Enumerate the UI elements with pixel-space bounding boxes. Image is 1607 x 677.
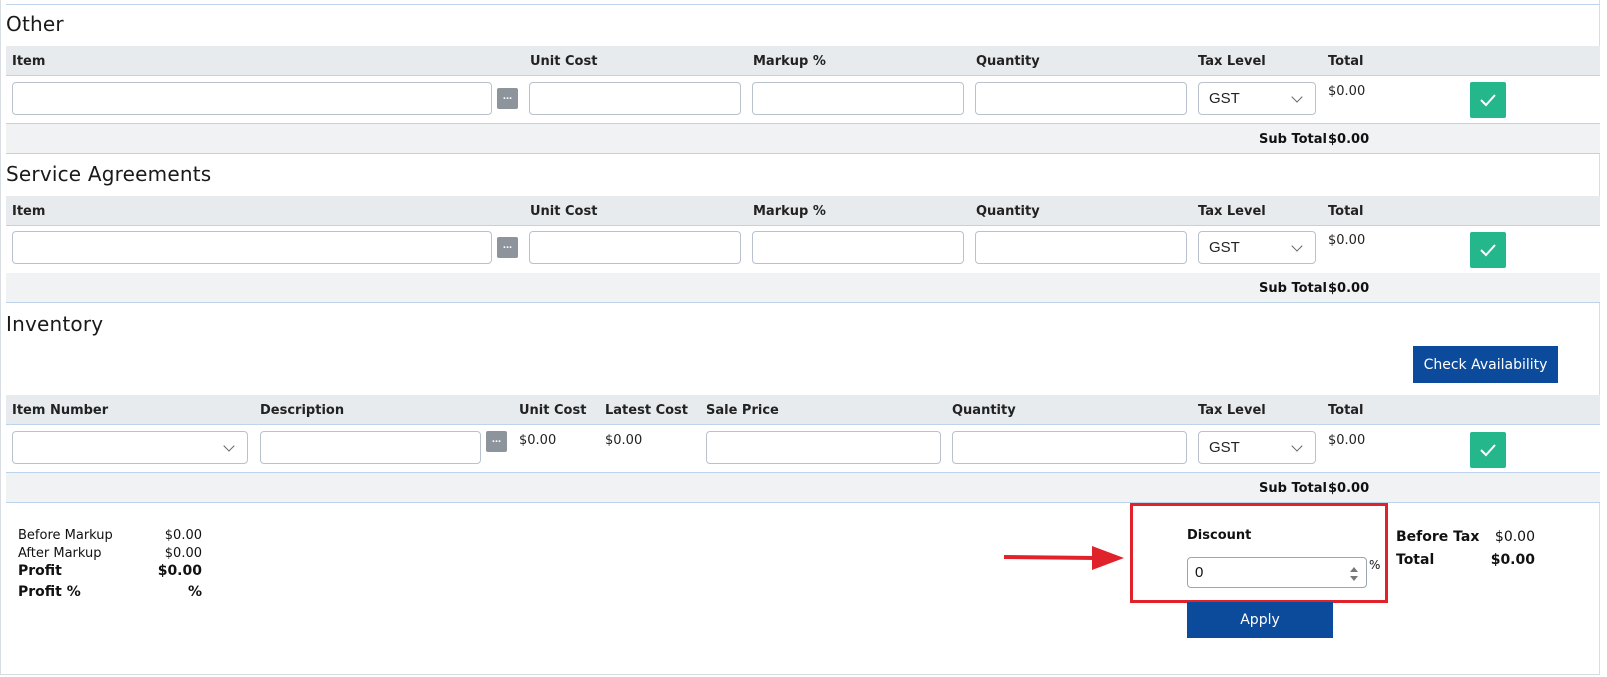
service-subtotal-value: $0.00 [1328, 281, 1370, 296]
col-unit-cost: Unit Cost [519, 403, 587, 418]
discount-input[interactable]: 0 [1187, 557, 1367, 588]
inventory-subtotal-label: Sub Total [1259, 481, 1327, 496]
top-divider [6, 4, 1600, 5]
col-unit-cost: Unit Cost [530, 204, 598, 219]
profit-percent-value: % [187, 584, 202, 600]
service-tax-level-value: GST [1209, 239, 1240, 256]
service-item-lookup-button[interactable]: ... [497, 237, 518, 258]
other-row-total: $0.00 [1328, 84, 1366, 99]
discount-label: Discount [1187, 528, 1252, 543]
col-quantity: Quantity [976, 54, 1040, 69]
col-sale-price: Sale Price [706, 403, 779, 418]
other-subtotal-row: Sub Total $0.00 [6, 124, 1600, 154]
red-arrow-icon [1004, 546, 1124, 570]
other-item-input[interactable] [12, 82, 492, 115]
col-quantity: Quantity [976, 204, 1040, 219]
other-item-lookup-button[interactable]: ... [497, 88, 518, 109]
inventory-row-total: $0.00 [1328, 433, 1366, 448]
col-unit-cost: Unit Cost [530, 54, 598, 69]
other-subtotal-value: $0.00 [1328, 132, 1370, 147]
service-subtotal-label: Sub Total [1259, 281, 1327, 296]
after-markup-value: $0.00 [164, 546, 202, 561]
discount-highlight-box [1130, 503, 1388, 603]
col-total: Total [1328, 204, 1364, 219]
service-subtotal-row: Sub Total $0.00 [6, 273, 1600, 303]
col-tax-level: Tax Level [1198, 204, 1266, 219]
spinner-icon[interactable] [1350, 567, 1358, 581]
check-icon [1480, 444, 1496, 457]
service-row-total: $0.00 [1328, 233, 1366, 248]
apply-discount-button[interactable]: Apply [1187, 602, 1333, 638]
chevron-down-icon [223, 440, 235, 452]
inventory-subtotal-value: $0.00 [1328, 481, 1370, 496]
check-icon [1480, 94, 1496, 107]
discount-percent-unit: % [1369, 558, 1381, 572]
other-tax-level-select[interactable]: GST [1198, 82, 1316, 115]
profit-percent-label: Profit % [18, 584, 81, 600]
chevron-down-icon [1291, 240, 1303, 252]
inventory-subtotal-row: Sub Total $0.00 [6, 473, 1600, 503]
check-icon [1480, 244, 1496, 257]
col-tax-level: Tax Level [1198, 54, 1266, 69]
service-confirm-button[interactable] [1470, 232, 1506, 268]
service-header-row: Item Unit Cost Markup % Quantity Tax Lev… [6, 196, 1600, 226]
before-markup-value: $0.00 [164, 528, 202, 543]
col-quantity: Quantity [952, 403, 1016, 418]
other-tax-level-value: GST [1209, 90, 1240, 107]
col-item: Item [12, 204, 46, 219]
col-item: Item [12, 54, 46, 69]
service-quantity-input[interactable] [975, 231, 1187, 264]
service-tax-level-select[interactable]: GST [1198, 231, 1316, 264]
inventory-lookup-button[interactable]: ... [486, 431, 507, 452]
col-total: Total [1328, 54, 1364, 69]
profit-value: $0.00 [157, 563, 202, 579]
col-total: Total [1328, 403, 1364, 418]
inventory-item-number-select[interactable] [12, 431, 248, 464]
other-quantity-input[interactable] [975, 82, 1187, 115]
chevron-down-icon [1291, 440, 1303, 452]
inventory-tax-level-select[interactable]: GST [1198, 431, 1316, 464]
other-confirm-button[interactable] [1470, 82, 1506, 118]
service-unit-cost-input[interactable] [529, 231, 741, 264]
discount-input-value: 0 [1195, 564, 1204, 581]
service-item-input[interactable] [12, 231, 492, 264]
inventory-description-input[interactable] [260, 431, 481, 464]
inventory-header-row: Item Number Description Unit Cost Latest… [6, 395, 1600, 425]
other-markup-input[interactable] [752, 82, 964, 115]
service-markup-input[interactable] [752, 231, 964, 264]
col-markup: Markup % [753, 204, 826, 219]
col-description: Description [260, 403, 345, 418]
check-availability-button[interactable]: Check Availability [1413, 346, 1558, 383]
section-title-inventory: Inventory [6, 312, 104, 336]
after-markup-label: After Markup [18, 546, 102, 561]
col-markup: Markup % [753, 54, 826, 69]
col-item-number: Item Number [12, 403, 109, 418]
chevron-down-icon [1291, 91, 1303, 103]
total-label: Total [1396, 552, 1435, 568]
before-markup-label: Before Markup [18, 528, 113, 543]
total-value: $0.00 [1490, 552, 1535, 568]
section-title-other: Other [6, 12, 64, 36]
before-tax-value: $0.00 [1494, 529, 1535, 545]
inventory-confirm-button[interactable] [1470, 432, 1506, 468]
profit-label: Profit [18, 563, 62, 579]
inventory-latest-cost: $0.00 [605, 433, 643, 448]
inventory-quantity-input[interactable] [952, 431, 1187, 464]
section-title-service-agreements: Service Agreements [6, 162, 212, 186]
col-tax-level: Tax Level [1198, 403, 1266, 418]
inventory-sale-price-input[interactable] [706, 431, 941, 464]
inventory-unit-cost: $0.00 [519, 433, 557, 448]
other-header-row: Item Unit Cost Markup % Quantity Tax Lev… [6, 46, 1600, 76]
col-latest-cost: Latest Cost [605, 403, 688, 418]
inventory-tax-level-value: GST [1209, 439, 1240, 456]
other-unit-cost-input[interactable] [529, 82, 741, 115]
before-tax-label: Before Tax [1396, 529, 1480, 545]
other-subtotal-label: Sub Total [1259, 132, 1327, 147]
